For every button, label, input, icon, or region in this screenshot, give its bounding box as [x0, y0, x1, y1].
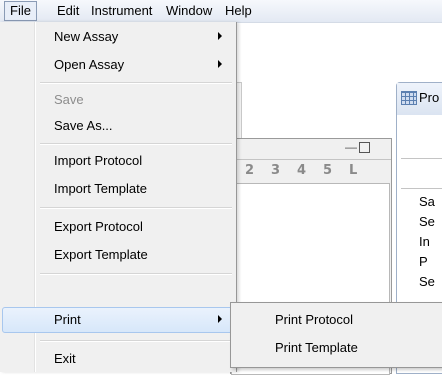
menu-item-label: Import Protocol	[54, 153, 143, 168]
menu-item-label: Export Protocol	[54, 219, 143, 234]
menu-item-label: Print Template	[275, 340, 358, 355]
menu-item-import-protocol[interactable]: Import Protocol	[2, 148, 234, 174]
file-menu-dropdown: New Assay Open Assay Save Save As... Imp…	[0, 22, 237, 372]
grid-icon	[401, 91, 417, 105]
row-label: P	[419, 254, 428, 269]
menu-item-label: Save As...	[54, 118, 113, 133]
menu-item-label: Import Template	[54, 181, 147, 196]
menubar: File Edit Instrument Window Help	[0, 0, 442, 23]
plate-panel-header: —	[231, 139, 391, 160]
menu-item-save[interactable]: Save	[2, 87, 234, 113]
menu-item-save-as[interactable]: Save As...	[2, 113, 234, 139]
submenu-arrow-icon	[218, 60, 222, 68]
menu-item-open-assay[interactable]: Open Assay	[2, 52, 234, 78]
menu-window[interactable]: Window	[161, 3, 217, 19]
menu-separator	[40, 340, 232, 342]
ruler-number: 4	[297, 163, 307, 178]
print-submenu: Print Protocol Print Template	[230, 302, 442, 368]
menu-separator	[40, 143, 232, 145]
plate-ruler: 2 3 4 5 L	[231, 160, 391, 182]
menu-item-label: Open Assay	[54, 57, 125, 72]
menu-item-print-protocol[interactable]: Print Protocol	[233, 307, 441, 333]
ruler-number: 3	[271, 163, 281, 178]
row-label: Se	[419, 214, 435, 229]
menu-separator	[40, 273, 232, 275]
submenu-arrow-icon	[218, 32, 222, 40]
protocol-panel-header[interactable]: Pro	[397, 83, 442, 115]
menu-item-label: Print Protocol	[275, 312, 354, 327]
row-label: Se	[419, 274, 435, 289]
row-label: Sa	[419, 194, 435, 209]
ruler-number: L	[349, 163, 358, 178]
divider	[401, 188, 442, 189]
ruler-number: 5	[323, 163, 333, 178]
menu-item-label: Export Template	[54, 247, 148, 262]
menu-separator	[40, 82, 232, 84]
menu-edit[interactable]: Edit	[52, 3, 84, 19]
menu-item-label: Print	[54, 312, 81, 327]
menu-item-print[interactable]: Print	[2, 307, 234, 333]
protocol-panel-title: Pro	[419, 90, 440, 105]
menu-item-export-template[interactable]: Export Template	[2, 242, 234, 268]
menu-item-import-template[interactable]: Import Template	[2, 176, 234, 202]
minimize-icon[interactable]: —	[345, 140, 357, 154]
ruler-number: 2	[245, 163, 255, 178]
menu-item-new-assay[interactable]: New Assay	[2, 24, 234, 50]
menu-item-label: Exit	[54, 351, 76, 366]
menu-item-label: New Assay	[54, 29, 119, 44]
menu-item-export-protocol[interactable]: Export Protocol	[2, 214, 234, 240]
menu-separator	[40, 207, 232, 209]
row-label: In	[419, 234, 430, 249]
maximize-icon[interactable]	[359, 142, 370, 153]
menu-item-label: Save	[54, 92, 84, 107]
menu-help[interactable]: Help	[220, 3, 257, 19]
menu-item-print-template[interactable]: Print Template	[233, 335, 441, 361]
submenu-arrow-icon	[218, 315, 222, 323]
divider	[401, 158, 442, 159]
menu-item-exit[interactable]: Exit	[2, 346, 234, 372]
menu-instrument[interactable]: Instrument	[86, 3, 157, 19]
menu-file[interactable]: File	[4, 1, 37, 21]
